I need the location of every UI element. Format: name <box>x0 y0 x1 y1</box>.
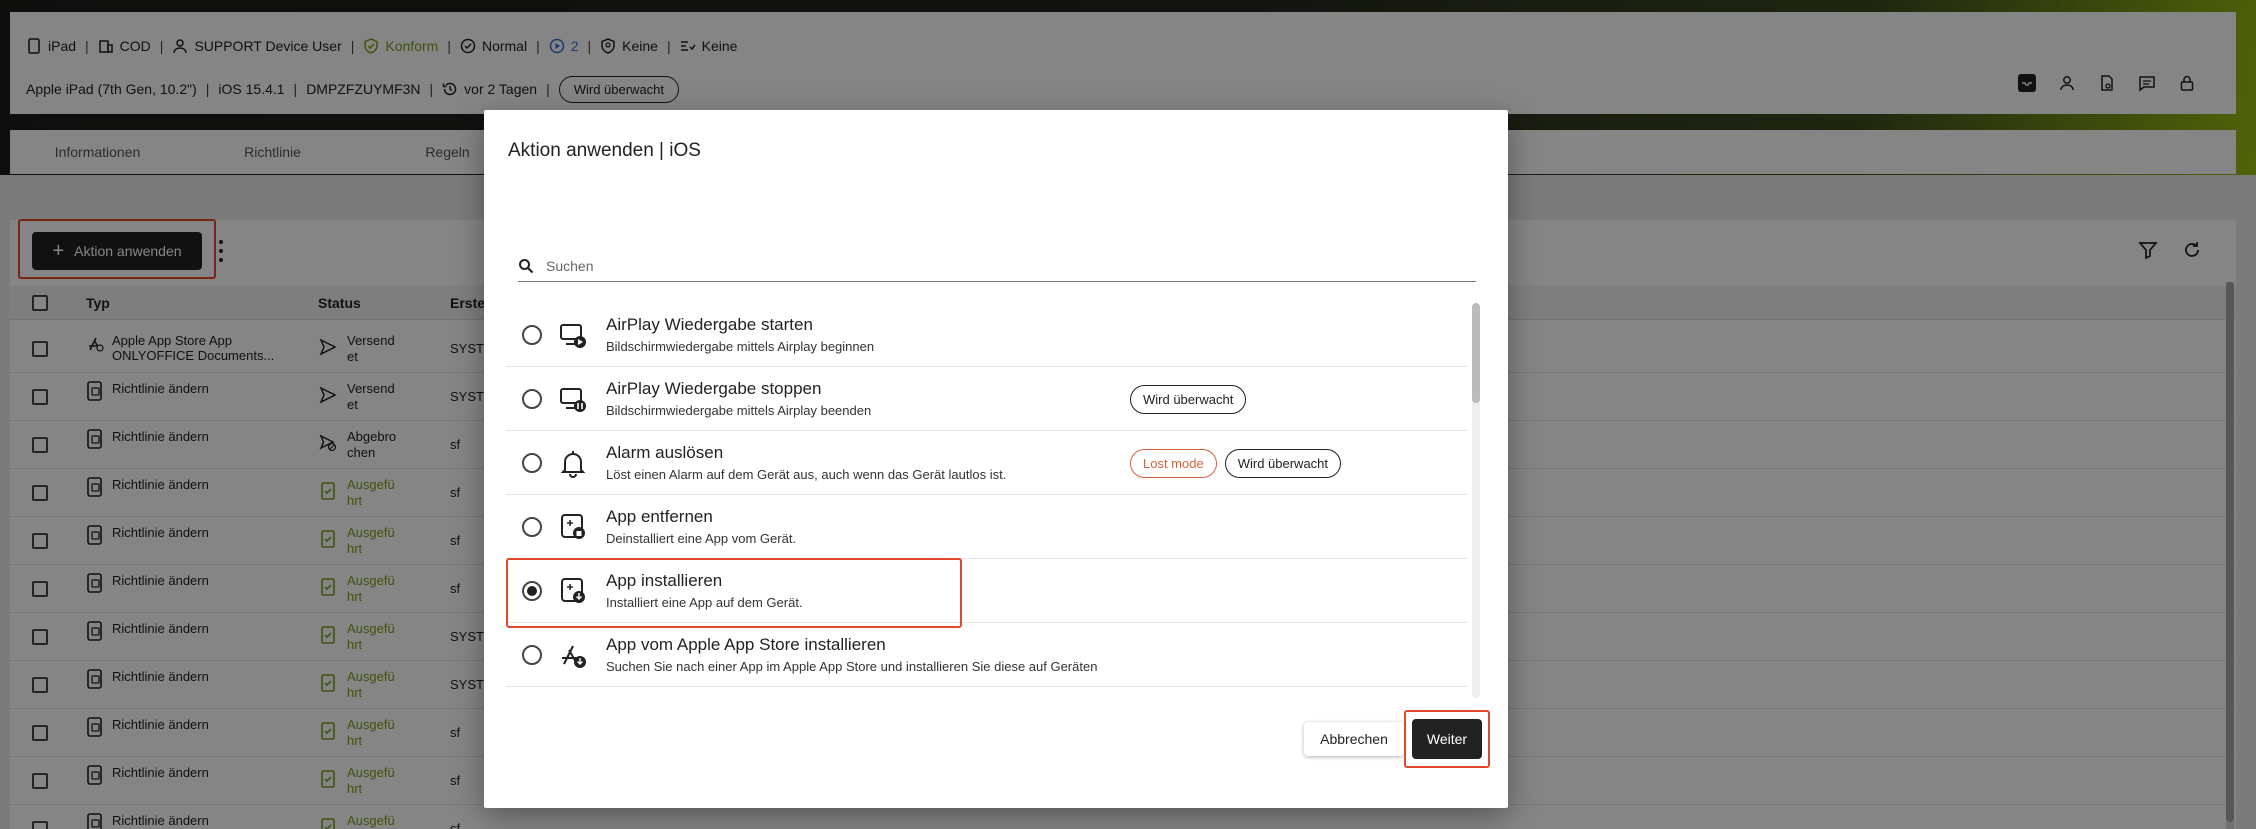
action-item[interactable]: AirPlay Wiedergabe starten Bildschirmwied… <box>506 303 1468 367</box>
supervised-badge: Wird überwacht <box>1130 385 1247 414</box>
action-item[interactable]: App installieren Installiert eine App auf… <box>506 559 1468 623</box>
supervised-badge: Wird überwacht <box>1224 449 1342 478</box>
action-title: AirPlay Wiedergabe starten <box>606 315 813 334</box>
lost-mode-badge: Lost mode <box>1130 449 1217 478</box>
bell-icon <box>558 448 588 478</box>
action-item[interactable]: App entfernen Deinstalliert eine App vom … <box>506 495 1468 559</box>
action-title: App vom Apple App Store installieren <box>606 635 886 654</box>
search-bar <box>518 250 1476 282</box>
dialog-title: Aktion anwenden | iOS <box>508 140 701 161</box>
action-title: Alarm auslösen <box>606 443 724 462</box>
action-badges: Lost mode Wird überwacht <box>1130 449 1342 478</box>
action-description: Suchen Sie nach einer App im Apple App S… <box>606 659 1098 674</box>
action-item[interactable]: Alarm auslösen Löst einen Alarm auf dem G… <box>506 431 1468 495</box>
action-description: Bildschirmwiedergabe mittels Airplay beg… <box>606 339 875 354</box>
action-radio[interactable] <box>522 389 542 409</box>
action-badges: Wird überwacht <box>1130 385 1247 414</box>
action-item[interactable]: App vom Apple App Store installieren Such… <box>506 623 1468 687</box>
search-icon <box>518 258 534 274</box>
action-title: App entfernen <box>606 507 713 526</box>
action-radio[interactable] <box>522 325 542 345</box>
cancel-button[interactable]: Abbrechen <box>1304 722 1404 756</box>
action-title: AirPlay Wiedergabe stoppen <box>606 379 822 398</box>
action-radio[interactable] <box>522 517 542 537</box>
app-install-icon <box>558 576 588 606</box>
action-item[interactable]: AirPlay Wiedergabe stoppen Bildschirmwied… <box>506 367 1468 431</box>
airplay-start-icon <box>558 320 588 350</box>
apply-action-dialog: Aktion anwenden | iOS AirPlay Wiedergabe… <box>484 110 1508 808</box>
dialog-scrollbar[interactable] <box>1472 303 1480 698</box>
action-description: Installiert eine App auf dem Gerät. <box>606 595 803 610</box>
airplay-stop-icon <box>558 384 588 414</box>
next-button[interactable]: Weiter <box>1412 719 1482 759</box>
action-description: Bildschirmwiedergabe mittels Airplay bee… <box>606 403 872 418</box>
action-description: Löst einen Alarm auf dem Gerät aus, auch… <box>606 467 1007 482</box>
action-radio[interactable] <box>522 645 542 665</box>
action-radio[interactable] <box>522 581 542 601</box>
action-description: Deinstalliert eine App vom Gerät. <box>606 531 797 546</box>
app-store-icon <box>558 640 588 670</box>
search-input[interactable] <box>546 257 1446 274</box>
action-title: App installieren <box>606 571 723 590</box>
action-radio[interactable] <box>522 453 542 473</box>
app-remove-icon <box>558 512 588 542</box>
